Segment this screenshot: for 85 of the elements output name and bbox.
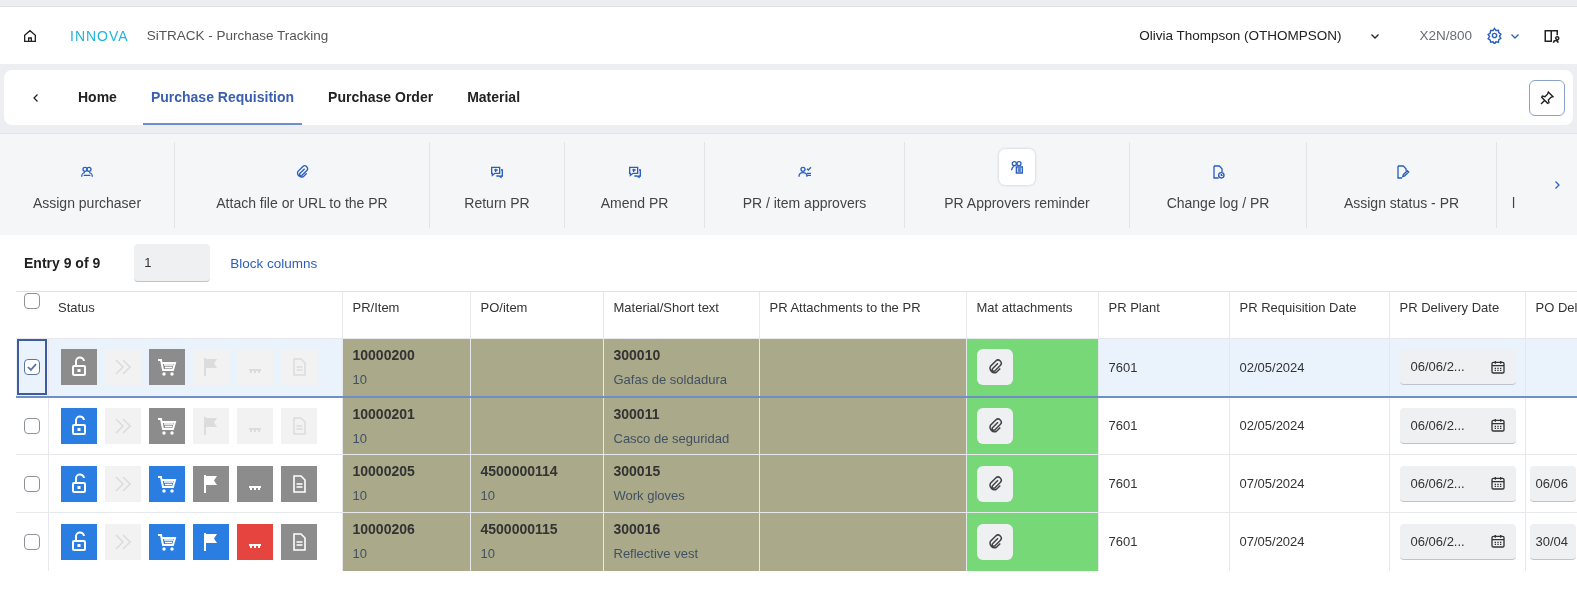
paperclip-button[interactable] [976, 349, 1013, 386]
entry-field[interactable]: 1 [134, 244, 211, 282]
calendar-icon[interactable] [1489, 533, 1506, 550]
table-cell-text: 10 [352, 430, 368, 446]
column-header[interactable]: Mat attachments [976, 300, 1073, 315]
table-cell: 7601 [1108, 359, 1138, 375]
table-cell-text: Reflective vest [613, 546, 700, 561]
system-id: X2N/800 [1419, 28, 1472, 43]
table-cell-text: Casco de seguridad [613, 430, 731, 446]
table-cell: 02/05/2024 [1239, 418, 1305, 434]
app-title: SiTRACK - Purchase Tracking [146, 28, 329, 43]
table-cell: 7601 [1108, 534, 1138, 550]
column-header[interactable]: PR Requisition Date [1239, 300, 1357, 315]
action-button[interactable]: Assign purchaser [32, 194, 142, 211]
home-icon[interactable] [22, 27, 38, 44]
action-button[interactable]: Change log / PR [1166, 194, 1270, 211]
table-cell: 07/05/2024 [1239, 534, 1305, 550]
action-button[interactable]: Return PR [464, 194, 530, 211]
table-cell-text: Gafas de soldadura [613, 372, 728, 387]
table-cell-text: 300010 [613, 347, 662, 363]
table-cell-text: 10 [352, 372, 368, 387]
action-button[interactable]: Attach file or URL to the PR [216, 194, 388, 211]
table-cell: 02/05/2024 [1239, 359, 1305, 375]
date-field[interactable]: 30/04 [1529, 523, 1576, 560]
table-cell: 07/05/2024 [1239, 476, 1305, 491]
column-header[interactable]: PR Delivery Date [1399, 300, 1500, 315]
paperclip-button[interactable] [976, 465, 1013, 502]
calendar-icon[interactable] [1489, 358, 1506, 375]
tab[interactable]: Material [459, 70, 529, 125]
column-header[interactable]: Status [58, 300, 95, 315]
document-clock-icon[interactable] [1210, 163, 1226, 180]
table-cell-text: 10 [480, 546, 496, 561]
table-cell-text: 4500000114 [480, 463, 559, 479]
table-cell-text: 10 [480, 488, 496, 503]
date-field[interactable]: 06/06/2... [1399, 523, 1516, 560]
table-cell-text: 10 [352, 546, 368, 561]
action-button[interactable]: PR / item approvers [742, 194, 867, 211]
table-cell-text: 300016 [613, 521, 662, 537]
table-cell-text: 300015 [613, 463, 662, 479]
action-button[interactable]: Assign status - PR [1343, 194, 1460, 211]
table-cell-text: 300011 [613, 405, 661, 422]
calendar-icon[interactable] [1489, 475, 1506, 491]
table-cell-text: 10000200 [352, 347, 416, 363]
block-columns-link[interactable]: Block columns [230, 255, 318, 271]
date-field[interactable]: 06/06/2... [1399, 465, 1516, 502]
checkbox[interactable] [23, 359, 40, 376]
checkbox[interactable] [23, 475, 40, 492]
checkbox[interactable] [23, 533, 40, 550]
user-name[interactable]: Olivia Thompson (OTHOMPSON) [1139, 28, 1342, 43]
table-cell-text: Work gloves [613, 488, 686, 503]
paperclip-button[interactable] [976, 407, 1013, 444]
tab[interactable]: Purchase Order [320, 70, 442, 125]
column-header[interactable]: Material/Short text [613, 300, 719, 315]
action-button[interactable]: Amend PR [600, 194, 669, 211]
table-cell: 7601 [1108, 476, 1138, 491]
pin-icon[interactable] [1539, 89, 1555, 106]
column-header[interactable]: PO/item [480, 300, 528, 315]
table-cell: 7601 [1108, 418, 1138, 434]
paperclip-button[interactable] [976, 523, 1013, 560]
column-header[interactable]: PR Plant [1108, 300, 1160, 315]
calendar-icon[interactable] [1489, 417, 1506, 434]
logo: INNOVA [70, 27, 129, 44]
date-field[interactable]: 06/06 [1529, 465, 1576, 502]
tab[interactable]: Home [70, 70, 125, 125]
table-cell-text: 10000205 [352, 463, 416, 479]
pin-button[interactable] [1529, 79, 1565, 116]
paperclip-icon[interactable] [294, 163, 310, 180]
action-button[interactable]: PR Approvers reminder [944, 194, 1090, 211]
checkbox[interactable] [24, 292, 40, 309]
table-cell-text: 4500000115 [480, 521, 559, 537]
table-cell-text: 10000201 [352, 405, 416, 422]
date-field[interactable]: 06/06/2... [1399, 349, 1516, 386]
date-field[interactable]: 06/06/2... [1399, 407, 1516, 444]
checkbox[interactable] [23, 417, 40, 434]
tab[interactable]: Purchase Requisition [142, 70, 303, 125]
action-button[interactable]: l [1511, 194, 1516, 211]
column-header[interactable]: PR/Item [352, 300, 400, 315]
entry-count: Entry 9 of 9 [24, 255, 101, 271]
settings-icon[interactable] [1486, 27, 1503, 44]
table-cell-text: 10 [352, 488, 368, 503]
people-icon [1009, 158, 1025, 175]
column-header[interactable]: PO Del [1535, 300, 1577, 315]
column-header[interactable]: PR Attachments to the PR [769, 300, 921, 315]
icon-button[interactable] [999, 148, 1035, 185]
table-cell-text: 10000206 [352, 521, 416, 537]
